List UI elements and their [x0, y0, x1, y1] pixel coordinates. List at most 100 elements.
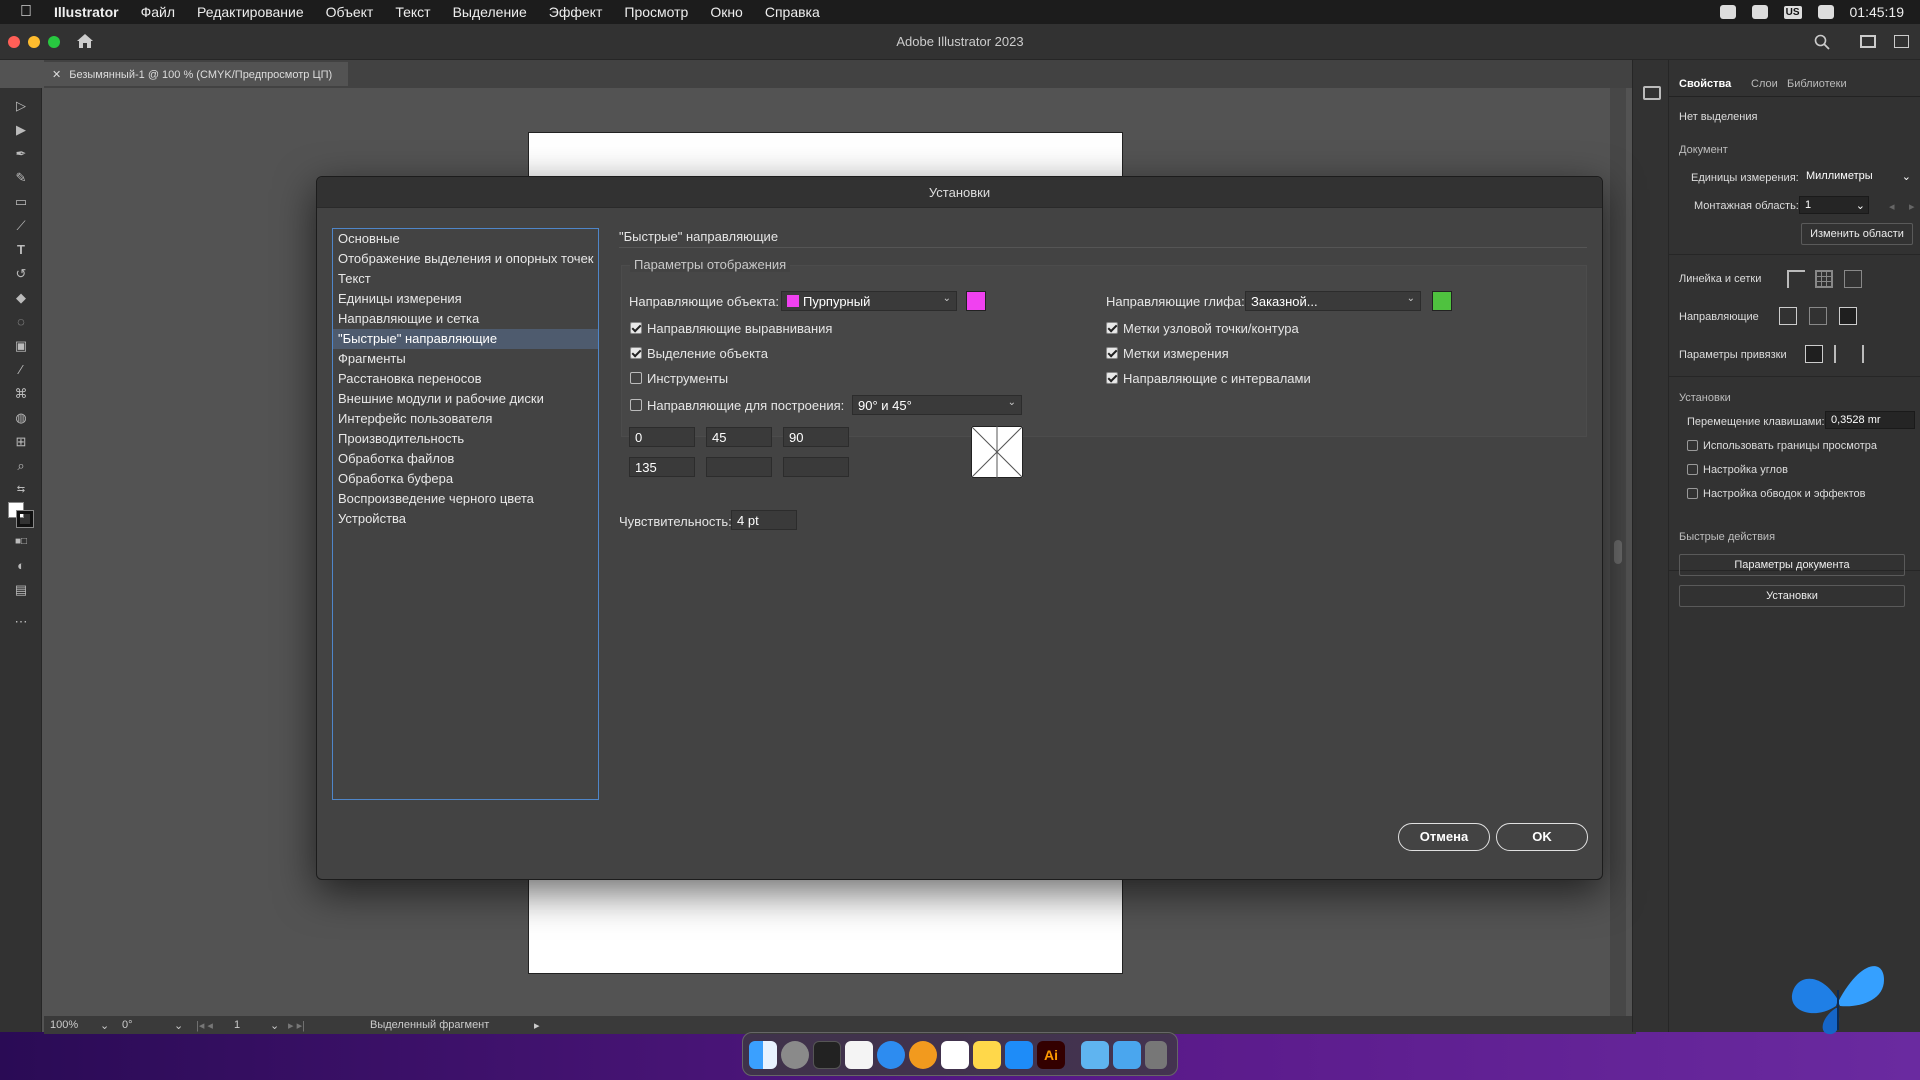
stroke-swatch[interactable] [16, 510, 34, 528]
eraser-tool-icon[interactable]: ◆ [12, 290, 30, 306]
angle-field-5[interactable] [706, 457, 772, 477]
glyph-guides-color-swatch[interactable] [1432, 291, 1452, 311]
rotation-field[interactable]: 0° [122, 1019, 133, 1031]
glyph-guides-dropdown[interactable]: Заказной... ⌄ [1245, 291, 1421, 311]
finder-icon[interactable] [749, 1041, 777, 1069]
scroll-thumb[interactable] [1614, 540, 1622, 564]
smart-guides-icon[interactable] [1839, 307, 1857, 325]
ok-button[interactable]: OK [1496, 823, 1588, 851]
cancel-button[interactable]: Отмена [1398, 823, 1490, 851]
eyedropper-tool-icon[interactable]: ⁄ [12, 362, 30, 378]
screen-mode-icon[interactable]: ▤ [12, 582, 30, 598]
next-artboard-icon[interactable]: ▸ ▸| [288, 1019, 305, 1032]
construction-angles-dropdown[interactable]: 90° и 45° ⌄ [852, 395, 1022, 415]
menu-type[interactable]: Текст [384, 4, 441, 20]
ruler-toggle-icon[interactable] [1787, 270, 1805, 288]
angle-field-4[interactable]: 135 [629, 457, 695, 477]
category-item-general[interactable]: Основные [333, 229, 598, 249]
category-item-type[interactable]: Текст [333, 269, 598, 289]
draw-mode-icon[interactable]: ◐ [12, 558, 30, 574]
textedit-icon[interactable] [845, 1041, 873, 1069]
notes-icon[interactable] [1751, 5, 1768, 19]
document-setup-button[interactable]: Параметры документа [1679, 554, 1905, 576]
safari-icon[interactable] [877, 1041, 905, 1069]
category-item-devices[interactable]: Устройства [333, 509, 598, 529]
category-item-selection-anchor[interactable]: Отображение выделения и опорных точек [333, 249, 598, 269]
pen-tool-icon[interactable]: ✒ [12, 146, 30, 162]
lock-guides-icon[interactable] [1809, 307, 1827, 325]
angle-field-2[interactable]: 45 [706, 427, 772, 447]
object-highlighting-checkbox[interactable] [630, 347, 642, 359]
rotation-dropdown-icon[interactable]: ⌄ [174, 1019, 183, 1032]
zoom-tool-icon[interactable]: ⌕ [12, 458, 30, 474]
zoom-dropdown-icon[interactable]: ⌄ [100, 1019, 109, 1032]
units-dropdown[interactable]: Миллиметры ⌄ [1801, 168, 1913, 186]
downloads-folder-icon[interactable] [1113, 1041, 1141, 1069]
artboard-number-field[interactable]: 1 [234, 1019, 240, 1031]
paintbrush-tool-icon[interactable]: ⟋ [12, 218, 30, 234]
category-item-hyphenation[interactable]: Расстановка переносов [333, 369, 598, 389]
category-item-slices[interactable]: Фрагменты [333, 349, 598, 369]
menubar-clock[interactable]: 01:45:19 [1850, 4, 1905, 20]
first-artboard-icon[interactable]: |◂ ◂ [196, 1019, 213, 1032]
keyboard-layout-icon[interactable]: US [1783, 5, 1802, 19]
curvature-tool-icon[interactable]: ✎ [12, 170, 30, 186]
app-store-icon[interactable] [1005, 1041, 1033, 1069]
alignment-guides-checkbox[interactable] [630, 322, 642, 334]
panel-toggle-icon[interactable] [1894, 35, 1909, 48]
category-item-smart-guides[interactable]: "Быстрые" направляющие [333, 329, 598, 349]
artboard-dropdown-icon[interactable]: ⌄ [270, 1019, 279, 1032]
zoom-level-field[interactable]: 100% [50, 1019, 78, 1031]
keyboard-increment-input[interactable]: 0,3528 mr [1825, 411, 1915, 429]
scale-strokes-checkbox[interactable] [1687, 488, 1698, 499]
prev-artboard-icon[interactable]: ◂ [1889, 200, 1895, 213]
lasso-tool-icon[interactable]: ◌ [12, 314, 30, 330]
object-guides-color-swatch[interactable] [966, 291, 986, 311]
anchor-path-labels-checkbox[interactable] [1106, 322, 1118, 334]
object-guides-dropdown[interactable]: Пурпурный ⌄ [781, 291, 957, 311]
notes-app-icon[interactable] [973, 1041, 1001, 1069]
category-item-file-handling[interactable]: Обработка файлов [333, 449, 598, 469]
snap-to-point-icon[interactable] [1805, 345, 1823, 363]
type-tool-icon[interactable]: T [12, 242, 30, 258]
construction-guides-checkbox[interactable] [630, 399, 642, 411]
menu-effect[interactable]: Эффект [538, 4, 614, 20]
rectangle-tool-icon[interactable]: ▭ [12, 194, 30, 210]
search-icon[interactable] [1814, 34, 1830, 50]
instruments-icon[interactable] [909, 1041, 937, 1069]
edit-artboards-button[interactable]: Изменить области [1801, 223, 1913, 245]
tab-layers[interactable]: Слои [1751, 78, 1778, 90]
measurement-labels-checkbox[interactable] [1106, 347, 1118, 359]
artboard-select[interactable]: 1 ⌄ [1799, 196, 1869, 214]
category-item-plugins-scratch[interactable]: Внешние модули и рабочие диски [333, 389, 598, 409]
category-item-units[interactable]: Единицы измерения [333, 289, 598, 309]
apple-menu-icon[interactable]:  [0, 3, 43, 21]
creative-cloud-icon[interactable] [1719, 5, 1736, 19]
blend-tool-icon[interactable]: ⌘ [12, 386, 30, 402]
transparency-grid-icon[interactable] [1844, 270, 1862, 288]
grid-toggle-icon[interactable] [1815, 270, 1833, 288]
menu-select[interactable]: Выделение [442, 4, 538, 20]
transform-tools-checkbox[interactable] [630, 372, 642, 384]
calendar-icon[interactable] [941, 1041, 969, 1069]
scale-corners-checkbox[interactable] [1687, 464, 1698, 475]
snapping-tolerance-input[interactable]: 4 pt [731, 510, 797, 530]
snap-to-pixel-icon[interactable] [1834, 345, 1852, 363]
selection-tool-icon[interactable]: ▷ [12, 98, 30, 114]
menu-app-name[interactable]: Illustrator [43, 4, 130, 20]
screenshot-folder-icon[interactable] [1081, 1041, 1109, 1069]
system-settings-icon[interactable] [781, 1041, 809, 1069]
menu-edit[interactable]: Редактирование [186, 4, 315, 20]
menu-view[interactable]: Просмотр [613, 4, 699, 20]
rotate-tool-icon[interactable]: ↺ [12, 266, 30, 282]
angle-field-1[interactable]: 0 [629, 427, 695, 447]
trash-icon[interactable] [1145, 1041, 1167, 1069]
menu-file[interactable]: Файл [130, 4, 186, 20]
workspace-switcher-icon[interactable] [1860, 35, 1876, 48]
shape-builder-tool-icon[interactable]: ◍ [12, 410, 30, 426]
close-tab-icon[interactable]: ✕ [52, 69, 61, 81]
spacing-guides-checkbox[interactable] [1106, 372, 1118, 384]
menu-help[interactable]: Справка [754, 4, 831, 20]
control-center-icon[interactable] [1817, 5, 1834, 19]
preview-bounds-checkbox[interactable] [1687, 440, 1698, 451]
